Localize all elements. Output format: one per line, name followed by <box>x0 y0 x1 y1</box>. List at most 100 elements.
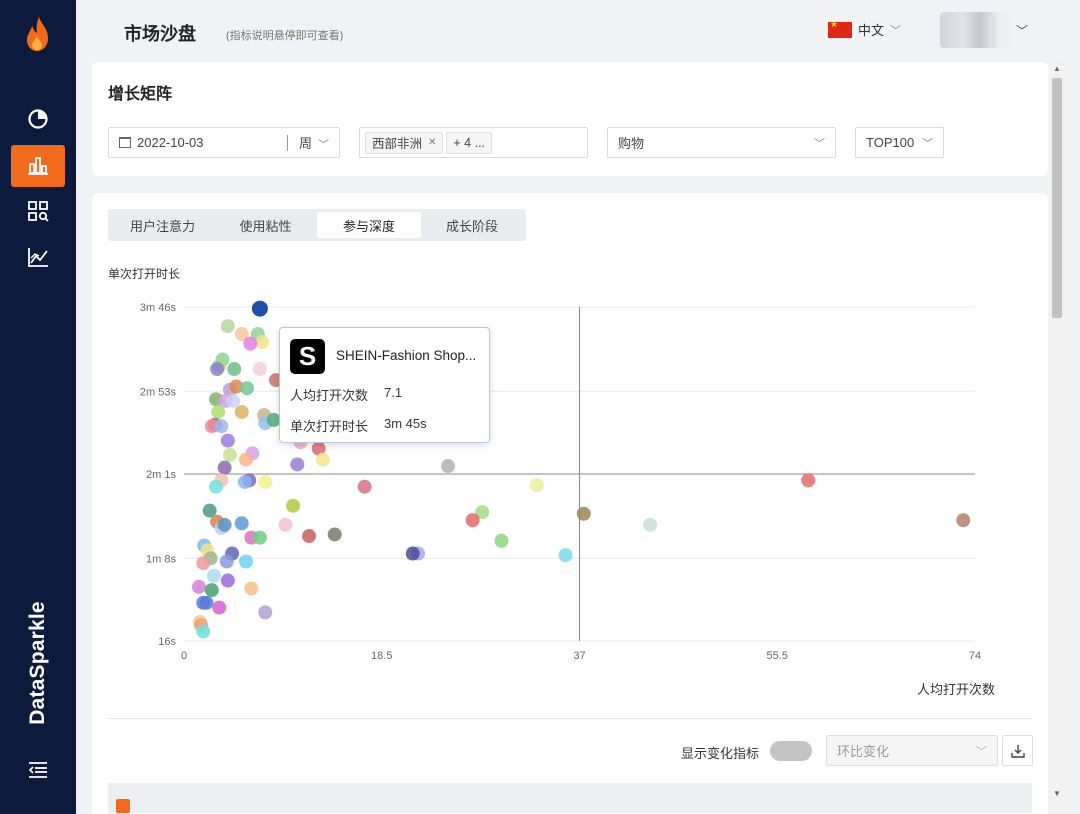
data-point <box>220 433 235 448</box>
chevron-down-icon[interactable]: ﹀ <box>1016 22 1028 39</box>
region-select[interactable]: 西部非洲 ✕ + 4 ... <box>359 127 588 158</box>
page-hint: (指标说明悬停即可查看) <box>226 30 344 42</box>
highlighted-data-point <box>251 300 268 317</box>
data-point <box>220 319 235 334</box>
data-point <box>258 605 273 620</box>
nav-pie-chart[interactable] <box>11 98 65 140</box>
language-switcher[interactable]: 中文 ﹀ <box>828 19 902 39</box>
data-point <box>227 362 242 377</box>
region-tag[interactable]: 西部非洲 ✕ <box>365 131 444 154</box>
x-axis-title: 人均打开次数 <box>917 682 996 697</box>
tooltip-value: 3m 45s <box>384 416 427 431</box>
data-point <box>234 404 249 419</box>
data-point <box>204 583 219 598</box>
scroll-up-icon[interactable]: ▲ <box>1049 62 1065 76</box>
data-point <box>210 362 225 377</box>
data-point <box>199 595 214 610</box>
tab-usage-stickiness[interactable]: 使用粘性 <box>214 212 317 238</box>
data-point <box>226 393 241 408</box>
chevron-down-icon: ﹀ <box>814 137 825 150</box>
x-tick-label: 37 <box>573 650 585 662</box>
language-label: 中文 <box>858 23 885 38</box>
date-value: 2022-10-03 <box>137 135 204 150</box>
data-point <box>212 600 227 615</box>
user-avatar[interactable] <box>940 12 1018 48</box>
china-flag-icon <box>828 19 852 38</box>
flame-logo-icon[interactable] <box>24 16 52 52</box>
chevron-down-icon: ﹀ <box>922 137 933 150</box>
data-point <box>258 474 273 489</box>
data-point <box>252 362 267 377</box>
region-more-label: + 4 ... <box>453 135 486 150</box>
data-point <box>290 457 305 472</box>
data-point <box>237 474 252 489</box>
data-point <box>302 529 317 544</box>
data-point <box>196 624 211 639</box>
divider <box>108 718 1032 719</box>
data-point <box>219 554 234 569</box>
menu-toggle-icon[interactable] <box>27 759 49 781</box>
rank-value: TOP100 <box>866 135 915 150</box>
line-chart-icon <box>28 248 48 267</box>
chevron-down-icon: ﹀ <box>976 745 987 758</box>
data-point <box>240 381 255 396</box>
select-all-checkbox[interactable] <box>116 799 130 813</box>
y-tick-label: 2m 1s <box>146 469 176 481</box>
bar-chart-icon <box>28 157 48 175</box>
y-axis-title: 单次打开时长 <box>108 267 181 281</box>
tooltip-row-duration: 单次打开时长 3m 45s <box>290 416 427 435</box>
data-point <box>252 530 267 545</box>
scatter-chart: 16s 1m 8s 2m 1s 2m 53s 3m 46s 0 18.5 37 55.5 74 <box>140 300 981 662</box>
metric-tabs: 用户注意力 使用粘性 参与深度 成长阶段 <box>108 209 526 241</box>
divider <box>287 135 288 151</box>
top-header: 市场沙盘 (指标说明悬停即可查看) 中文 ﹀ ﹀ <box>76 0 1080 62</box>
category-select[interactable]: 购物 ﹀ <box>607 127 836 158</box>
date-picker[interactable]: 2022-10-03 周 ﹀ <box>108 127 340 158</box>
show-change-toggle[interactable] <box>770 741 812 761</box>
period-select[interactable]: 周 ﹀ <box>299 133 329 152</box>
data-point <box>217 460 232 475</box>
rank-select[interactable]: TOP100 ﹀ <box>855 127 944 158</box>
table-header <box>108 783 1032 813</box>
page-scrollbar[interactable]: ▲ ▼ <box>1049 62 1065 814</box>
section-title: 增长矩阵 <box>108 86 173 103</box>
tooltip-value: 7.1 <box>384 385 403 400</box>
data-point <box>196 556 211 571</box>
app-logo: S <box>290 339 325 374</box>
data-point <box>211 404 226 419</box>
x-tick-label: 74 <box>969 650 981 662</box>
y-tick-label: 1m 8s <box>146 553 176 565</box>
chevron-down-icon: ﹀ <box>318 139 330 151</box>
download-icon <box>1010 744 1025 758</box>
download-button[interactable] <box>1002 735 1033 766</box>
data-point <box>286 498 301 513</box>
tab-user-attention[interactable]: 用户注意力 <box>111 212 214 238</box>
data-point <box>576 506 591 521</box>
nav-bar-chart[interactable] <box>11 145 65 187</box>
tooltip-app-name: SHEIN-Fashion Shop... <box>336 348 477 363</box>
sidebar: DataSparkle <box>0 0 76 814</box>
tab-engagement-depth[interactable]: 参与深度 <box>317 212 421 238</box>
data-point <box>956 513 971 528</box>
data-point <box>529 478 544 493</box>
scroll-down-icon[interactable]: ▼ <box>1049 787 1065 801</box>
y-tick-label: 3m 46s <box>140 302 177 314</box>
tooltip-label: 人均打开次数 <box>290 388 369 403</box>
data-point <box>465 513 480 528</box>
brand-text: DataSparkle <box>26 600 49 725</box>
close-icon[interactable]: ✕ <box>428 137 436 148</box>
data-point <box>244 581 259 596</box>
chevron-down-icon: ﹀ <box>890 24 902 37</box>
scroll-thumb[interactable] <box>1052 78 1062 318</box>
data-point <box>558 548 573 563</box>
data-point <box>801 473 816 488</box>
pie-chart-icon <box>28 109 48 129</box>
data-point <box>494 533 509 548</box>
region-more-tag[interactable]: + 4 ... <box>446 131 493 154</box>
change-type-select[interactable]: 环比变化 ﹀ <box>826 735 998 766</box>
nav-grid-search[interactable] <box>11 190 65 232</box>
data-point <box>243 336 258 351</box>
tab-growth-stage[interactable]: 成长阶段 <box>421 212 523 238</box>
data-point <box>206 568 221 583</box>
nav-line-chart[interactable] <box>11 236 65 278</box>
